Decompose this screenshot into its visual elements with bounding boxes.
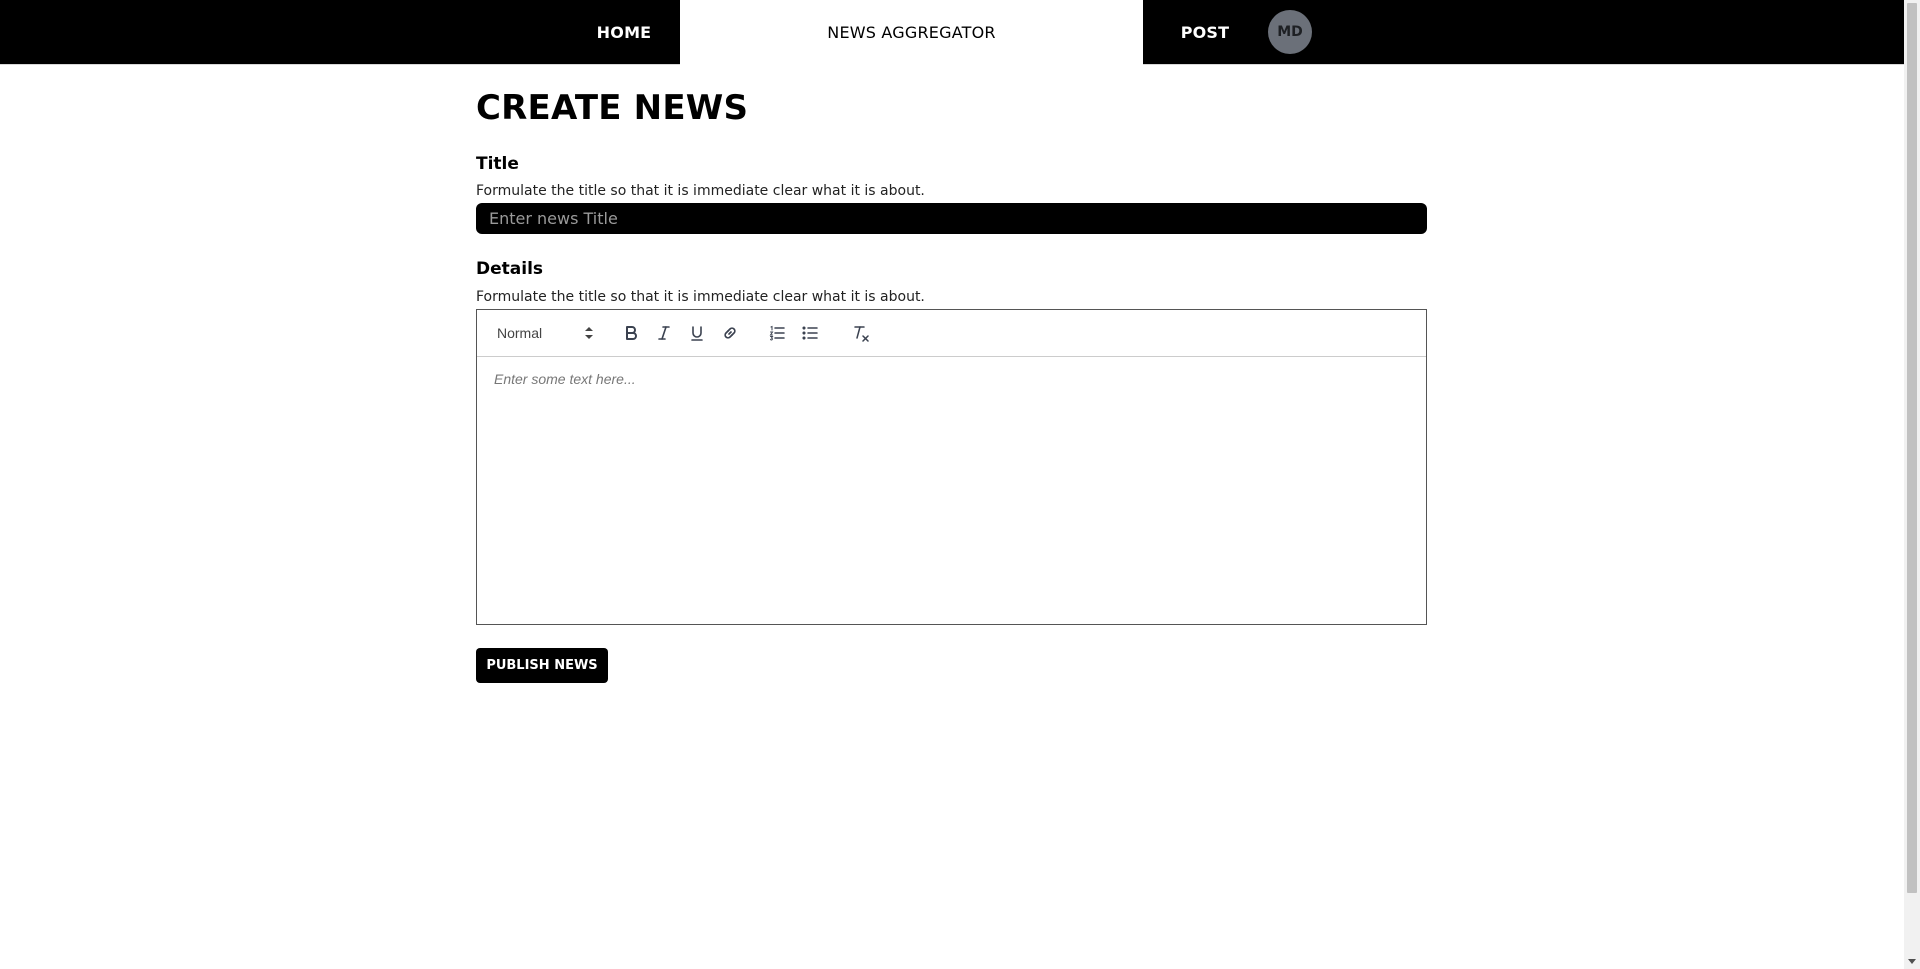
top-navbar: HOME NEWS AGGREGATOR POST MD bbox=[0, 0, 1904, 65]
bullet-list-icon[interactable] bbox=[798, 310, 822, 356]
bold-icon[interactable] bbox=[619, 310, 643, 356]
title-label: Title bbox=[476, 154, 519, 174]
page-title: CREATE NEWS bbox=[476, 88, 749, 128]
details-label: Details bbox=[476, 259, 544, 279]
heading-format-select[interactable]: Normal bbox=[497, 310, 593, 356]
clear-format-icon[interactable] bbox=[849, 310, 873, 356]
underline-icon[interactable] bbox=[685, 310, 709, 356]
format-select-value: Normal bbox=[497, 325, 543, 341]
italic-icon[interactable] bbox=[652, 310, 676, 356]
ordered-list-icon[interactable] bbox=[765, 310, 789, 356]
editor-toolbar: Normal bbox=[477, 310, 1426, 357]
news-title-input[interactable] bbox=[476, 203, 1427, 234]
rich-text-editor: Normal Enter some text here... bbox=[476, 309, 1427, 625]
scrollbar-thumb[interactable] bbox=[1907, 3, 1917, 893]
select-arrows-icon bbox=[585, 327, 593, 339]
nav-brand-link[interactable]: NEWS AGGREGATOR bbox=[680, 0, 1143, 65]
details-hint: Formulate the title so that it is immedi… bbox=[476, 289, 925, 305]
user-avatar[interactable]: MD bbox=[1268, 10, 1312, 54]
nav-home-link[interactable]: HOME bbox=[568, 0, 680, 64]
editor-content-area[interactable]: Enter some text here... bbox=[477, 357, 1426, 585]
scroll-down-arrow-icon[interactable] bbox=[1904, 955, 1920, 967]
nav-post-link[interactable]: POST bbox=[1150, 0, 1260, 64]
publish-news-button[interactable]: PUBLISH NEWS bbox=[476, 648, 608, 683]
link-icon[interactable] bbox=[718, 310, 742, 356]
page-scrollbar[interactable] bbox=[1904, 0, 1920, 969]
title-hint: Formulate the title so that it is immedi… bbox=[476, 183, 925, 199]
